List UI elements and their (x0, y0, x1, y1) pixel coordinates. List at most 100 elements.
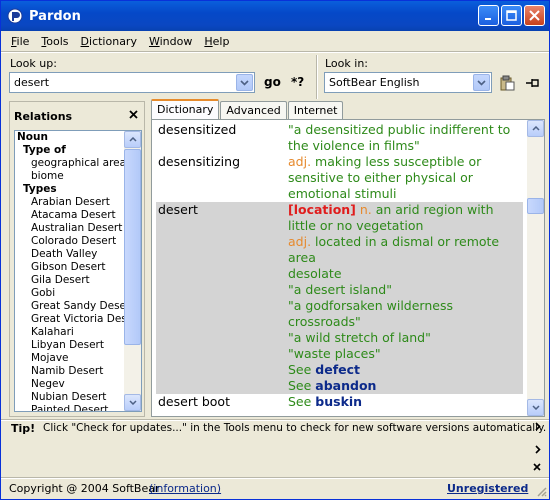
relations-item[interactable]: Great Victoria Desert (15, 313, 125, 326)
definition-text: See (288, 378, 316, 393)
menu-help[interactable]: Help (198, 35, 235, 48)
resize-grip-icon[interactable] (535, 485, 547, 497)
relations-item[interactable]: Australian Desert (15, 222, 125, 235)
menu-window-accel: W (148, 34, 160, 48)
entry-word: desert boot (158, 394, 230, 409)
relations-item[interactable]: Noun (15, 131, 125, 144)
see-also-link[interactable]: defect (315, 362, 360, 377)
relations-close-button[interactable] (129, 108, 138, 123)
dictionary-entry[interactable]: desert boot See buskin (156, 394, 523, 410)
relations-item[interactable]: Gibson Desert (15, 261, 125, 274)
app-icon (7, 8, 23, 24)
pin-button[interactable] (523, 73, 543, 93)
definition-text: "a desensitized public indifferent to (288, 122, 511, 137)
window-title: Pardon (29, 8, 81, 24)
dictionary-scrollbar[interactable] (527, 120, 544, 416)
tab-internet[interactable]: Internet (287, 101, 344, 120)
tip-next-button[interactable] (535, 421, 541, 434)
lookin-select[interactable]: SoftBear English (325, 76, 473, 89)
relations-tree[interactable]: Noun Type of geographical area biome Types Ar… (14, 130, 142, 412)
relations-item[interactable]: Painted Desert (15, 404, 125, 411)
relations-item[interactable]: geographical area (15, 157, 125, 170)
relations-item[interactable]: Colorado Desert (15, 235, 125, 248)
definition-line: adj. located in a dismal or remote (288, 234, 523, 250)
relations-item[interactable]: Great Sandy Desert (15, 300, 125, 313)
lookup-input[interactable]: desert (10, 76, 236, 89)
menu-file-label: ile (16, 34, 30, 48)
relations-scrollbar[interactable] (124, 131, 141, 411)
scroll-up-button[interactable] (527, 120, 544, 137)
entry-definitions: adj. making less susceptible or sensitive… (288, 154, 523, 202)
tip-text: Click "Check for updates..." in the Tool… (43, 422, 547, 434)
definition-text: n. (355, 202, 372, 217)
dictionary-entry[interactable]: desensitized "a desensitized public indif… (156, 122, 523, 154)
wildcard-button[interactable]: *? (291, 75, 304, 89)
scroll-down-button[interactable] (527, 399, 544, 416)
go-button[interactable]: go (264, 75, 281, 89)
definition-text: desolate (288, 266, 342, 281)
relations-item[interactable]: Types (15, 183, 125, 196)
see-also-link[interactable]: buskin (315, 394, 362, 409)
scroll-thumb[interactable] (527, 198, 544, 214)
relations-item[interactable]: Libyan Desert (15, 339, 125, 352)
tip-next-button-2[interactable] (535, 444, 541, 457)
chevron-right-icon (535, 445, 541, 454)
clipboard-icon (500, 75, 515, 91)
maximize-button[interactable] (501, 5, 522, 26)
relations-item[interactable]: Death Valley (15, 248, 125, 261)
dictionary-panel: desensitized "a desensitized public indif… (151, 119, 545, 417)
menu-tools[interactable]: Tools (35, 35, 74, 48)
relations-item[interactable]: Gobi (15, 287, 125, 300)
information-link[interactable]: (information) (149, 482, 221, 495)
definition-text: "waste places" (288, 346, 381, 361)
definition-line: little or no vegetation (288, 218, 523, 234)
relations-item[interactable]: Nubian Desert (15, 391, 125, 404)
relations-item[interactable]: Mojave (15, 352, 125, 365)
close-icon (129, 110, 138, 119)
definition-text: the violence in films" (288, 138, 420, 153)
definition-text: an arid region with (371, 202, 494, 217)
tip-close-button[interactable] (533, 461, 541, 474)
lookup-dropdown-button[interactable] (236, 74, 253, 91)
scroll-thumb[interactable] (124, 149, 141, 345)
see-also-link[interactable]: abandon (315, 378, 376, 393)
relations-item[interactable]: Gila Desert (15, 274, 125, 287)
relations-item[interactable]: Negev (15, 378, 125, 391)
lookup-combo[interactable]: desert (9, 72, 255, 93)
lookin-dropdown-button[interactable] (473, 74, 490, 91)
close-button[interactable] (524, 5, 545, 26)
definition-line: "a wild stretch of land" (288, 330, 523, 346)
dictionary-entry[interactable]: desert [location] n. an arid region with l… (156, 202, 523, 394)
relations-item[interactable]: Kalahari (15, 326, 125, 339)
definition-text: sensitive to either physical or (288, 170, 473, 185)
scroll-down-button[interactable] (124, 394, 141, 411)
lookin-combo[interactable]: SoftBear English (324, 72, 492, 93)
relations-item[interactable]: Type of (15, 144, 125, 157)
tab-bar: Dictionary Advanced Internet (151, 99, 344, 120)
relations-item[interactable]: Atacama Desert (15, 209, 125, 222)
relations-item[interactable]: biome (15, 170, 125, 183)
chevron-down-icon (531, 405, 540, 410)
definition-text: "a wild stretch of land" (288, 330, 431, 345)
entry-definitions: See buskin (288, 394, 523, 410)
chevron-down-icon (477, 79, 486, 86)
menu-dictionary[interactable]: Dictionary (75, 35, 143, 48)
menu-window[interactable]: Window (143, 35, 198, 48)
relations-item[interactable]: Namib Desert (15, 365, 125, 378)
tab-advanced[interactable]: Advanced (220, 101, 287, 120)
title-bar[interactable]: Pardon (1, 1, 549, 31)
definition-line: "a desert island" (288, 282, 523, 298)
minimize-button[interactable] (478, 5, 499, 26)
menu-window-label: indow (159, 34, 193, 48)
close-icon (533, 463, 541, 471)
dictionary-entry[interactable]: desensitizing adj. making less susceptibl… (156, 154, 523, 202)
unregistered-link[interactable]: Unregistered (447, 482, 528, 495)
relations-item[interactable]: Arabian Desert (15, 196, 125, 209)
tab-dictionary[interactable]: Dictionary (151, 99, 220, 120)
tip-label: Tip! (11, 422, 36, 435)
scroll-up-button[interactable] (124, 131, 141, 148)
paste-button[interactable] (497, 73, 517, 93)
chevron-down-icon (128, 400, 137, 405)
dictionary-entries[interactable]: desensitized "a desensitized public indif… (156, 122, 523, 414)
menu-file[interactable]: File (5, 35, 35, 48)
